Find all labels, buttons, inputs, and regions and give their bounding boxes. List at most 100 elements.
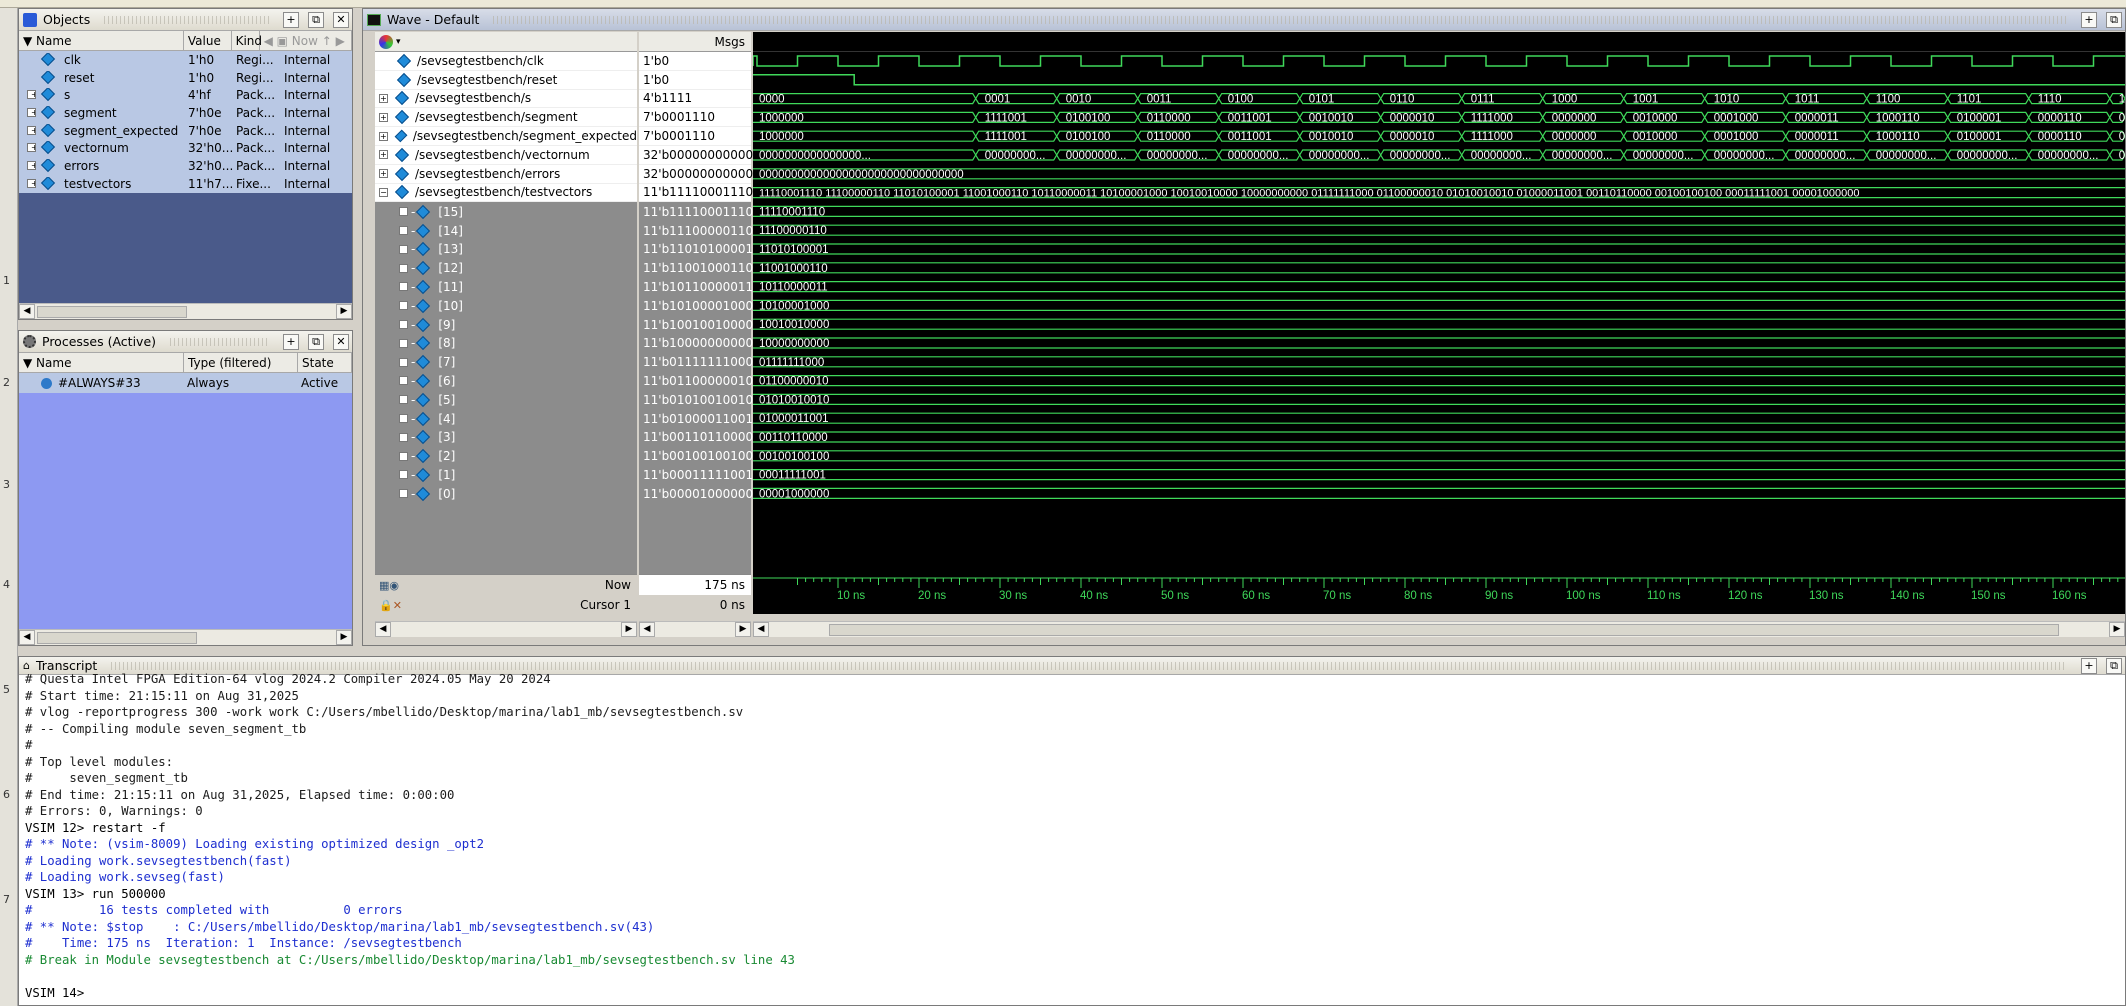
expand-plus-icon[interactable]: + <box>379 150 388 160</box>
object-row[interactable]: + segment 7'h0e Pack... Internal <box>19 104 352 122</box>
objects-col-value[interactable]: Value <box>184 31 232 50</box>
objects-titlebar[interactable]: Objects + ⧉ ✕ <box>19 9 352 31</box>
expand-plus-icon[interactable]: + <box>399 263 408 273</box>
wave-signal-row[interactable]: + /sevsegtestbench/vectornum <box>375 145 637 165</box>
process-row[interactable]: #ALWAYS#33 Always Active <box>19 373 352 393</box>
wave-subsignal-row[interactable]: + - [3] <box>375 428 637 447</box>
expand-plus-icon[interactable]: + <box>399 470 408 480</box>
processes-col-type[interactable]: Type (filtered) <box>184 353 298 372</box>
transcript-grip[interactable] <box>111 661 2067 670</box>
wave-subsignal-row[interactable]: + - [13] <box>375 240 637 259</box>
wave-subsignal-row[interactable]: + - [11] <box>375 278 637 297</box>
expand-plus-icon[interactable]: + <box>399 282 408 292</box>
waveform-area[interactable]: 0000 0001 0010 0011 0100 0101 0110 0111 1000 1001… <box>753 32 2125 574</box>
wave-subsignal-row[interactable]: + - [15] <box>375 202 637 221</box>
expand-plus-icon[interactable]: + <box>27 90 36 100</box>
wave-subsignal-row[interactable]: + - [7] <box>375 353 637 372</box>
cursor-tools-icon[interactable]: 🔒✕ <box>379 599 402 612</box>
object-row[interactable]: clk 1'h0 Regi... Internal <box>19 51 352 69</box>
wave-subsignal-row[interactable]: + - [10] <box>375 296 637 315</box>
wave-subsignal-row[interactable]: + - [6] <box>375 372 637 391</box>
objects-grip[interactable] <box>104 15 269 24</box>
processes-add-button[interactable]: + <box>283 333 299 350</box>
scroll-left-icon[interactable]: ◀ <box>639 622 655 637</box>
wave-subsignal-row[interactable]: + - [12] <box>375 259 637 278</box>
expand-plus-icon[interactable]: + <box>27 143 36 153</box>
scroll-left-icon[interactable]: ◀ <box>753 622 769 637</box>
objects-scroll-thumb[interactable] <box>37 305 187 318</box>
object-row[interactable]: + segment_expected 7'h0e Pack... Internal <box>19 122 352 140</box>
expand-plus-icon[interactable]: + <box>379 112 388 122</box>
wave-subsignal-row[interactable]: + - [5] <box>375 390 637 409</box>
transcript-add-button[interactable]: + <box>2081 657 2097 674</box>
expand-plus-icon[interactable]: + <box>27 178 36 188</box>
expand-plus-icon[interactable]: + <box>399 451 408 461</box>
wave-dropdown-icon[interactable]: ▾ <box>396 37 401 47</box>
scroll-left-icon[interactable]: ◀ <box>19 304 35 319</box>
wave-signal-row[interactable]: + /sevsegtestbench/s <box>375 89 637 109</box>
object-row[interactable]: + errors 32'h0...Pack... Internal <box>19 157 352 175</box>
wave-names-hscroll[interactable]: ◀ ▶ <box>375 621 637 637</box>
expand-plus-icon[interactable]: + <box>379 131 388 141</box>
wave-grip[interactable] <box>493 15 2067 24</box>
wave-subsignal-row[interactable]: + - [4] <box>375 409 637 428</box>
processes-hscroll[interactable]: ◀ ▶ <box>19 629 352 645</box>
wave-subsignal-row[interactable]: + - [2] <box>375 447 637 466</box>
processes-close-button[interactable]: ✕ <box>333 333 349 350</box>
expand-plus-icon[interactable]: + <box>399 414 408 424</box>
expand-plus-icon[interactable]: + <box>399 432 408 442</box>
expand-plus-icon[interactable]: + <box>399 338 408 348</box>
objects-col-now[interactable]: ◀ ▣ Now ↑ ▶ <box>260 31 352 50</box>
scroll-right-icon[interactable]: ▶ <box>336 304 352 319</box>
wave-signal-row[interactable]: − /sevsegtestbench/testvectors <box>375 183 637 203</box>
objects-undock-button[interactable]: ⧉ <box>308 11 324 28</box>
expand-plus-icon[interactable]: + <box>399 301 408 311</box>
wave-undock-button[interactable]: ⧉ <box>2106 11 2122 28</box>
wave-tools-icon[interactable]: ▦◉ <box>379 579 399 592</box>
wave-subsignal-row[interactable]: + - [14] <box>375 221 637 240</box>
wave-values-hscroll[interactable]: ◀ ▶ <box>639 621 751 637</box>
wave-signal-row[interactable]: + /sevsegtestbench/segment <box>375 108 637 128</box>
processes-grip[interactable] <box>170 337 269 346</box>
processes-col-state[interactable]: State <box>298 353 352 372</box>
expand-plus-icon[interactable]: + <box>27 160 36 170</box>
expand-plus-icon[interactable]: + <box>399 226 408 236</box>
objects-hscroll[interactable]: ◀ ▶ <box>19 303 352 319</box>
wave-subsignal-row[interactable]: + - [1] <box>375 466 637 485</box>
objects-col-name[interactable]: ▼ Name <box>19 31 184 50</box>
scroll-right-icon[interactable]: ▶ <box>2109 622 2125 637</box>
wave-subsignal-row[interactable]: + - [8] <box>375 334 637 353</box>
scroll-left-icon[interactable]: ◀ <box>375 622 391 637</box>
expand-plus-icon[interactable]: + <box>399 320 408 330</box>
wave-scroll-thumb[interactable] <box>829 623 2059 636</box>
scroll-left-icon[interactable]: ◀ <box>19 630 35 645</box>
scroll-right-icon[interactable]: ▶ <box>735 622 751 637</box>
wave-signal-row[interactable]: + /sevsegtestbench/segment_expected <box>375 127 637 146</box>
waveform-canvas[interactable]: 0000 0001 0010 0011 0100 0101 0110 0111 1000 1001… <box>753 52 2125 574</box>
wave-subsignal-row[interactable]: + - [0] <box>375 484 637 503</box>
expand-plus-icon[interactable]: + <box>399 207 408 217</box>
wave-signal-row[interactable]: /sevsegtestbench/clk <box>375 52 637 71</box>
object-row[interactable]: + testvectors 11'h7...Fixe... Internal <box>19 175 352 193</box>
objects-close-button[interactable]: ✕ <box>333 11 349 28</box>
object-row[interactable]: +s4'hfPack...Internal <box>19 86 352 104</box>
processes-col-name[interactable]: ▼ Name <box>19 353 184 372</box>
expand-plus-icon[interactable]: + <box>399 395 408 405</box>
wave-palette-icon[interactable] <box>379 34 393 49</box>
wave-signal-row[interactable]: + /sevsegtestbench/errors <box>375 164 637 184</box>
scroll-right-icon[interactable]: ▶ <box>621 622 637 637</box>
wave-signal-row[interactable]: /sevsegtestbench/reset <box>375 70 637 90</box>
processes-undock-button[interactable]: ⧉ <box>308 333 324 350</box>
collapse-minus-icon[interactable]: − <box>379 187 388 197</box>
expand-plus-icon[interactable]: + <box>27 125 36 135</box>
object-row[interactable]: + vectornum 32'h0...Pack... Internal <box>19 139 352 157</box>
expand-plus-icon[interactable]: + <box>399 357 408 367</box>
expand-plus-icon[interactable]: + <box>379 169 388 179</box>
transcript-console[interactable]: # Questa Intel FPGA Edition-64 vlog 2024… <box>19 671 2125 1001</box>
wave-hscroll[interactable]: ◀ ▶ <box>753 621 2125 637</box>
expand-plus-icon[interactable]: + <box>379 93 388 103</box>
expand-plus-icon[interactable]: + <box>399 489 408 499</box>
objects-col-kind[interactable]: Kind <box>232 31 262 50</box>
object-row[interactable]: reset 1'h0 Regi... Internal <box>19 69 352 87</box>
expand-plus-icon[interactable]: + <box>399 244 408 254</box>
